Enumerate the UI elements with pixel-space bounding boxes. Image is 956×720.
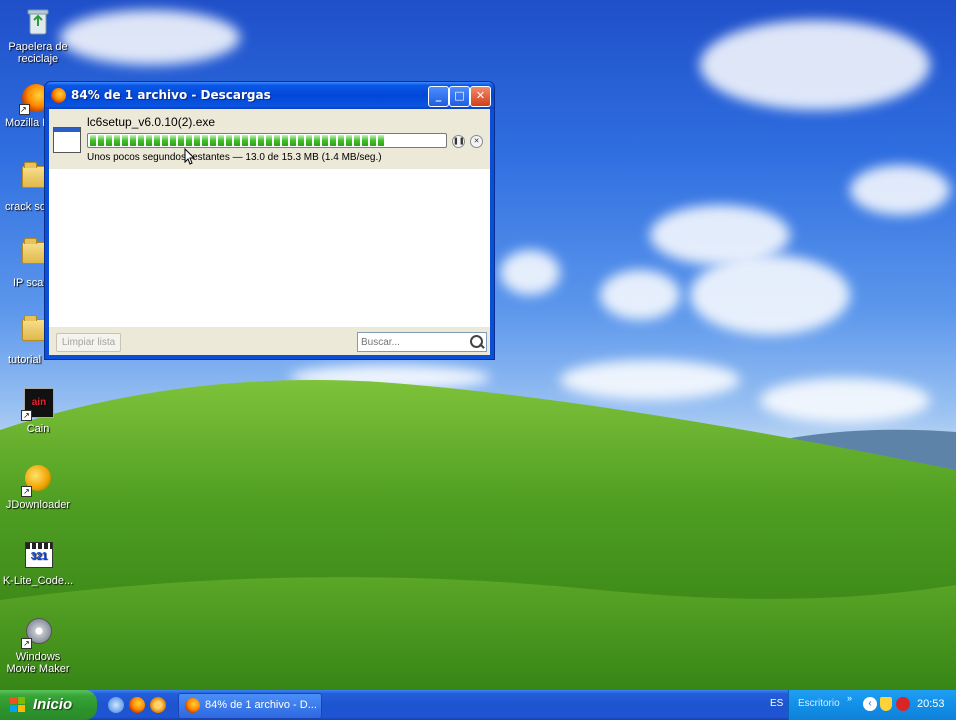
progress-segment — [186, 135, 192, 146]
klite-icon: 321 — [22, 540, 54, 572]
progress-segment — [122, 135, 128, 146]
system-tray: Escritorio » ‹ 20:53 — [788, 690, 956, 720]
progress-segment — [210, 135, 216, 146]
progress-segment — [170, 135, 176, 146]
progress-segment — [98, 135, 104, 146]
progress-segment — [338, 135, 344, 146]
search-icon[interactable] — [470, 335, 483, 348]
exe-file-icon — [53, 127, 81, 153]
firefox-quicklaunch-icon[interactable] — [129, 697, 145, 713]
progress-segment — [266, 135, 272, 146]
progress-segment — [114, 135, 120, 146]
bottom-toolbar: Limpiar lista — [49, 327, 490, 355]
downloads-list: lc6setup_v6.0.10(2).exe ❚❚ ✕ Unos pocos … — [49, 109, 490, 327]
progress-segment — [274, 135, 280, 146]
desktop-icon-label: IP sca — [13, 277, 44, 289]
recycle-bin-icon — [22, 6, 54, 38]
desktop-icon-movie-maker[interactable]: ↗ Windows Movie Maker — [0, 616, 76, 675]
progress-segment — [130, 135, 136, 146]
desktop-icon-label: K-Lite_Code... — [2, 575, 74, 587]
firefox-icon — [51, 88, 66, 103]
progress-segment — [346, 135, 352, 146]
progress-segment — [146, 135, 152, 146]
security-shield-icon[interactable] — [880, 697, 892, 711]
movie-maker-icon: ↗ — [21, 616, 54, 649]
progress-segment — [298, 135, 304, 146]
downloads-window: 84% de 1 archivo - Descargas _ □ ✕ lc6se… — [44, 81, 495, 360]
desktop-icon-label: Papelera de reciclaje — [8, 41, 68, 65]
progress-segment — [202, 135, 208, 146]
search-input[interactable] — [361, 335, 466, 349]
progress-segment — [258, 135, 264, 146]
progress-segment — [354, 135, 360, 146]
progress-segment — [90, 135, 96, 146]
progress-segment — [242, 135, 248, 146]
progress-segment — [362, 135, 368, 146]
desktop-icon-cain[interactable]: ain ↗ Cain — [0, 388, 76, 435]
progress-segment — [282, 135, 288, 146]
download-filename: lc6setup_v6.0.10(2).exe — [87, 115, 216, 129]
desktop-icon-klite[interactable]: 321 K-Lite_Code... — [0, 540, 76, 587]
progress-segment — [106, 135, 112, 146]
progress-segment — [138, 135, 144, 146]
progress-segment — [378, 135, 384, 146]
progress-segment — [226, 135, 232, 146]
desktop-icon-recycle-bin[interactable]: Papelera de reciclaje — [0, 6, 76, 65]
cain-icon: ain ↗ — [21, 388, 54, 421]
download-progress-fill — [88, 134, 446, 147]
taskbar-item-downloads[interactable]: 84% de 1 archivo - D... — [178, 693, 322, 719]
download-progress-bar — [87, 133, 447, 148]
start-label: Inicio — [33, 696, 73, 713]
progress-segment — [370, 135, 376, 146]
download-item[interactable]: lc6setup_v6.0.10(2).exe ❚❚ ✕ Unos pocos … — [49, 109, 490, 169]
maximize-button[interactable]: □ — [449, 86, 470, 107]
progress-segment — [330, 135, 336, 146]
mouse-cursor — [184, 148, 196, 165]
back-arrow-icon[interactable]: ‹ — [863, 697, 877, 711]
progress-segment — [322, 135, 328, 146]
desktop-toolbar-label[interactable]: Escritorio — [798, 698, 840, 709]
cancel-download-button[interactable]: ✕ — [470, 135, 483, 148]
clear-list-button[interactable]: Limpiar lista — [56, 333, 121, 352]
media-player-icon[interactable] — [150, 697, 166, 713]
progress-segment — [250, 135, 256, 146]
taskbar: Inicio 84% de 1 archivo - D... ES Escrit… — [0, 690, 956, 720]
progress-segment — [218, 135, 224, 146]
progress-segment — [290, 135, 296, 146]
progress-segment — [306, 135, 312, 146]
desktop-icon-label: Mozilla F — [5, 117, 50, 129]
progress-segment — [178, 135, 184, 146]
chevron-icon[interactable]: » — [847, 693, 852, 703]
progress-segment — [234, 135, 240, 146]
jdownloader-icon: ↗ — [21, 464, 54, 497]
desktop-icon-jdownloader[interactable]: ↗ JDownloader — [0, 464, 76, 511]
progress-segment — [162, 135, 168, 146]
desktop-icon-label: tutorial — [8, 354, 42, 366]
window-client: lc6setup_v6.0.10(2).exe ❚❚ ✕ Unos pocos … — [49, 109, 490, 355]
show-desktop-icon[interactable] — [108, 697, 124, 713]
language-indicator[interactable]: ES — [770, 698, 783, 709]
desktop-icon-label: JDownloader — [5, 499, 71, 511]
firefox-icon — [185, 698, 200, 713]
progress-segment — [314, 135, 320, 146]
search-field[interactable] — [357, 332, 487, 352]
taskbar-item-label: 84% de 1 archivo - D... — [205, 699, 317, 711]
window-title: 84% de 1 archivo - Descargas — [71, 88, 271, 102]
desktop-icon-label: Windows Movie Maker — [6, 651, 70, 675]
pause-button[interactable]: ❚❚ — [452, 135, 465, 148]
progress-segment — [154, 135, 160, 146]
download-status: Unos pocos segundos restantes — 13.0 de … — [87, 152, 382, 163]
tray-app-icon[interactable] — [896, 697, 910, 711]
close-button[interactable]: ✕ — [470, 86, 491, 107]
windows-logo-icon — [10, 697, 26, 713]
desktop-icon-label: Cain — [26, 423, 50, 435]
progress-segment — [194, 135, 200, 146]
start-button[interactable]: Inicio — [0, 690, 97, 720]
title-bar[interactable]: 84% de 1 archivo - Descargas _ □ ✕ — [45, 82, 494, 109]
desktop-icon-label: crack sof — [5, 201, 50, 213]
minimize-button[interactable]: _ — [428, 86, 449, 107]
clock[interactable]: 20:53 — [917, 698, 945, 710]
